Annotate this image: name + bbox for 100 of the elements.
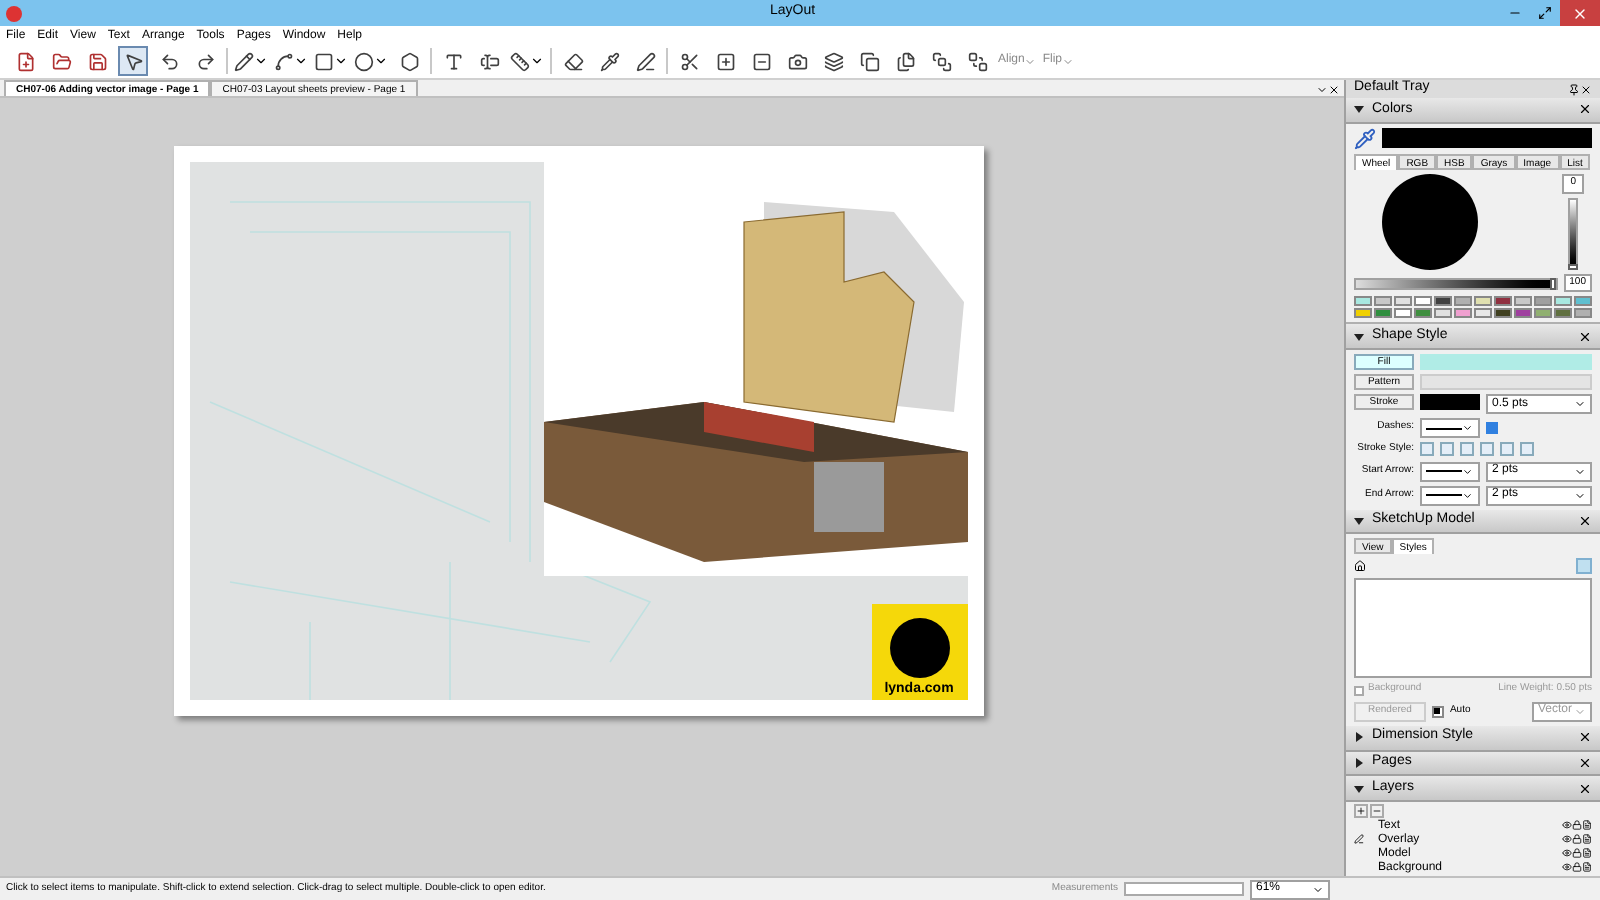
page-icon[interactable]	[1582, 834, 1592, 844]
close-icon[interactable]	[1578, 513, 1592, 528]
color-swatch[interactable]	[1554, 296, 1572, 307]
page-icon[interactable]	[1582, 862, 1592, 872]
color-wheel[interactable]	[1382, 173, 1478, 270]
fill-color-swatch[interactable]	[1420, 354, 1592, 370]
arrow-pointer-icon	[123, 51, 143, 71]
lock-icon[interactable]	[1572, 848, 1582, 858]
color-swatch[interactable]	[1374, 296, 1392, 307]
ruler-icon	[510, 51, 530, 71]
close-icon[interactable]	[1578, 730, 1592, 745]
restore-icon[interactable]	[1538, 6, 1552, 20]
text-icon	[443, 51, 463, 71]
tab-menu-icon[interactable]	[1316, 84, 1328, 96]
end-arrow-dropdown[interactable]	[1420, 485, 1480, 505]
caret-icon	[530, 54, 544, 68]
color-swatch[interactable]	[1574, 296, 1592, 307]
eraser-icon	[563, 51, 583, 71]
color-chip[interactable]	[1486, 422, 1498, 434]
right-triangle-icon[interactable]	[1354, 757, 1364, 768]
eyedropper-icon[interactable]	[1354, 127, 1376, 150]
checkbox[interactable]	[1431, 705, 1444, 718]
pencil-icon	[234, 51, 254, 71]
eye-icon[interactable]	[1562, 862, 1572, 872]
home-icon[interactable]	[1354, 560, 1366, 573]
caret-icon	[334, 54, 348, 68]
eye-icon[interactable]	[1562, 820, 1572, 830]
caret-icon	[1462, 422, 1474, 434]
measurements-field[interactable]	[1124, 882, 1244, 896]
dash-style-dropdown[interactable]	[1420, 418, 1480, 438]
lock-icon[interactable]	[1572, 820, 1582, 830]
down-triangle-icon[interactable]	[1354, 331, 1364, 342]
scissors-icon	[679, 51, 699, 71]
checkmark-icon	[1434, 708, 1441, 715]
color-swatch[interactable]	[1574, 308, 1592, 319]
start-arrow-dropdown[interactable]	[1420, 461, 1480, 481]
slider-thumb[interactable]	[1549, 277, 1556, 289]
color-swatch[interactable]	[1434, 296, 1452, 307]
slider-thumb[interactable]	[1568, 263, 1579, 269]
camera-icon	[787, 51, 807, 71]
tool-button[interactable]	[118, 46, 148, 76]
color-swatch[interactable]	[1474, 296, 1492, 307]
circle-icon	[354, 51, 374, 71]
color-swatch[interactable]	[1534, 308, 1552, 319]
color-swatch[interactable]	[1414, 296, 1432, 307]
stroke-color-swatch[interactable]	[1420, 394, 1480, 410]
remove-icon[interactable]	[1370, 804, 1384, 818]
down-triangle-icon[interactable]	[1354, 104, 1364, 115]
close-icon[interactable]	[1578, 102, 1592, 117]
color-swatch[interactable]	[1374, 308, 1392, 319]
lock-icon[interactable]	[1572, 834, 1582, 844]
right-triangle-icon[interactable]	[1354, 732, 1364, 743]
color-swatch[interactable]	[1354, 308, 1372, 319]
color-swatch[interactable]	[1394, 296, 1412, 307]
down-triangle-icon[interactable]	[1354, 515, 1364, 526]
close-icon[interactable]	[1328, 84, 1340, 96]
folder-icon	[51, 51, 71, 71]
color-swatch[interactable]	[1354, 296, 1372, 307]
color-swatch[interactable]	[1474, 308, 1492, 319]
curve-icon	[274, 51, 294, 71]
app-icon	[6, 5, 22, 21]
caret-icon	[1062, 55, 1075, 67]
remove-page-icon	[751, 51, 771, 71]
color-swatch[interactable]	[1514, 308, 1532, 319]
color-swatch[interactable]	[1494, 296, 1512, 307]
add-icon[interactable]	[1354, 804, 1368, 818]
close-icon	[1572, 5, 1588, 21]
bring-front-icon	[931, 51, 951, 71]
send-back-icon	[967, 51, 987, 71]
pin-icon[interactable]	[1568, 83, 1580, 95]
color-swatch[interactable]	[1454, 296, 1472, 307]
close-icon[interactable]	[1578, 329, 1592, 344]
style-thumbnail[interactable]	[1576, 558, 1592, 575]
copy-icon	[859, 51, 879, 71]
page-icon[interactable]	[1582, 848, 1592, 858]
text-field-icon	[479, 51, 499, 71]
color-swatch[interactable]	[1434, 308, 1452, 319]
close-icon[interactable]	[1578, 781, 1592, 796]
eye-icon[interactable]	[1562, 834, 1572, 844]
caret-icon	[254, 54, 268, 68]
close-icon[interactable]	[1580, 83, 1592, 95]
save-icon	[87, 51, 107, 71]
checkbox[interactable]	[1354, 685, 1364, 695]
color-swatch[interactable]	[1514, 296, 1532, 307]
pattern-swatch[interactable]	[1420, 374, 1592, 390]
caret-icon	[1574, 705, 1586, 718]
color-swatch[interactable]	[1554, 308, 1572, 319]
color-swatch[interactable]	[1394, 308, 1412, 319]
eyedropper-icon	[599, 51, 619, 71]
down-triangle-icon[interactable]	[1354, 783, 1364, 794]
page-icon[interactable]	[1582, 820, 1592, 830]
lock-icon[interactable]	[1572, 862, 1582, 872]
color-swatch[interactable]	[1414, 308, 1432, 319]
minimize-icon[interactable]	[1508, 6, 1522, 20]
close-icon[interactable]	[1578, 755, 1592, 770]
color-swatch[interactable]	[1454, 308, 1472, 319]
color-swatch[interactable]	[1534, 296, 1552, 307]
current-color-swatch[interactable]	[1382, 128, 1592, 149]
color-swatch[interactable]	[1494, 308, 1512, 319]
eye-icon[interactable]	[1562, 848, 1572, 858]
